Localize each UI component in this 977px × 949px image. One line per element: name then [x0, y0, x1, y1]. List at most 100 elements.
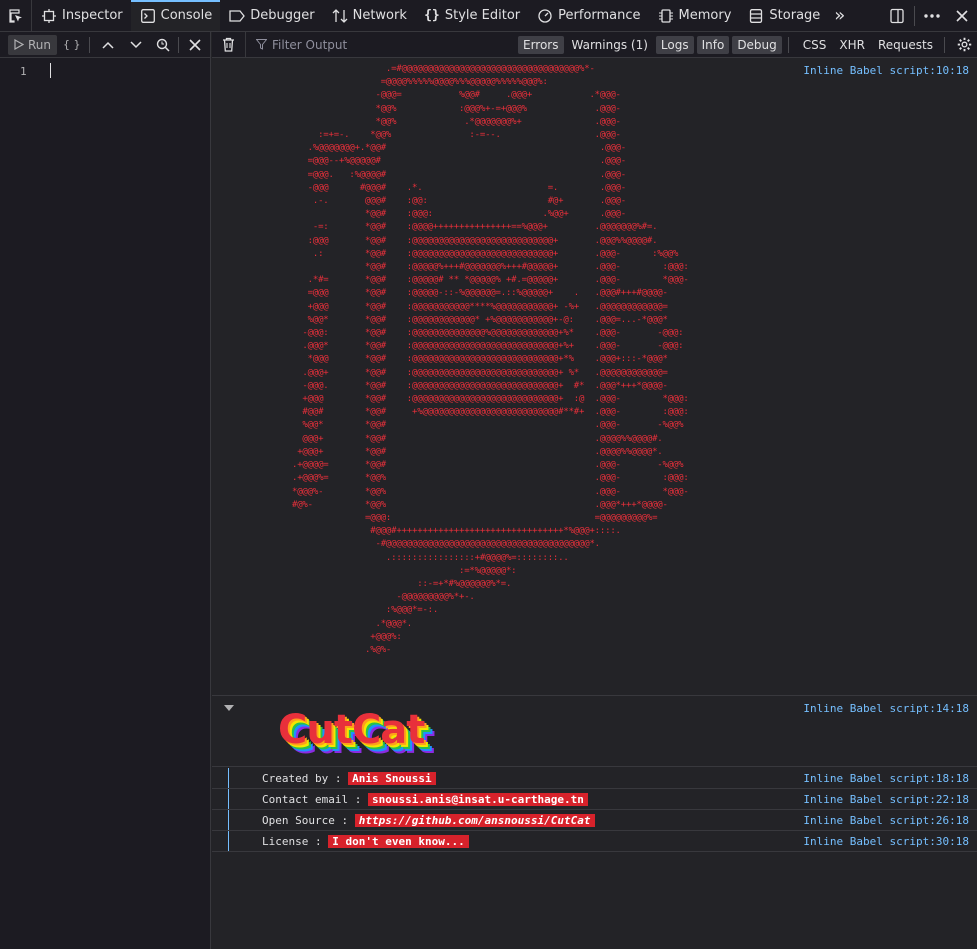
pretty-print-button[interactable]: { }	[63, 35, 81, 55]
chevron-up-icon	[101, 41, 114, 49]
message-text: License : I don't even know...	[262, 835, 469, 848]
close-devtools-button[interactable]	[947, 0, 977, 32]
memory-icon	[658, 8, 674, 24]
tab-storage[interactable]: Storage	[739, 0, 828, 31]
close-icon	[188, 38, 201, 51]
filter-warnings-button[interactable]: Warnings (1)	[567, 36, 653, 54]
filter-debug-button[interactable]: Debug	[732, 35, 782, 54]
filter-logs-button[interactable]: Logs	[655, 35, 694, 54]
history-previous-button[interactable]	[101, 35, 114, 55]
filter-icon	[256, 39, 267, 50]
filter-css-button[interactable]: CSS	[798, 36, 832, 54]
console-message: Contact email : snoussi.anis@insat.u-car…	[212, 789, 977, 810]
multiline-editor[interactable]: Run { } 1	[0, 32, 211, 949]
tab-label: Debugger	[250, 8, 315, 23]
tab-label: Console	[160, 8, 213, 23]
console-message: Created by : Anis Snoussi Inline Babel s…	[212, 768, 977, 789]
filter-output-input[interactable]: Filter Output	[246, 38, 515, 52]
console-output-pane: Filter Output Errors Warnings (1) Logs I…	[212, 31, 977, 949]
tab-console[interactable]: Console	[130, 0, 221, 31]
tab-label: Performance	[558, 8, 641, 23]
tab-label: Inspector	[62, 8, 123, 23]
options-menu-button[interactable]	[917, 0, 947, 32]
filter-placeholder: Filter Output	[272, 37, 348, 52]
dock-side-icon	[890, 8, 904, 23]
style-editor-icon: {}	[424, 8, 440, 23]
editor-divider	[88, 36, 90, 53]
editor-toolbar: Run { }	[0, 32, 210, 58]
debugger-icon	[229, 8, 246, 24]
ascii-art-text: .=#@@@@@@@@@@@@@@@@@@@@@@@@@@@@@@@@@@%*-…	[292, 64, 689, 655]
tab-memory[interactable]: Memory	[649, 0, 740, 31]
message-badge: Anis Snoussi	[348, 772, 436, 785]
network-icon	[332, 8, 348, 24]
tab-label: Memory	[678, 8, 732, 23]
filter-divider	[787, 36, 789, 53]
message-label: Created by :	[262, 772, 349, 785]
text-cursor	[50, 63, 51, 78]
tab-label: Style Editor	[444, 8, 521, 23]
tab-style-editor[interactable]: {} Style Editor	[415, 0, 528, 31]
filter-divider	[944, 36, 945, 53]
performance-icon	[537, 8, 553, 24]
message-label: Contact email :	[262, 793, 368, 806]
message-badge: I don't even know...	[328, 835, 469, 848]
close-editor-button[interactable]	[188, 35, 201, 55]
message-text: Contact email : snoussi.anis@insat.u-car…	[262, 793, 588, 806]
console-message: License : I don't even know... Inline Ba…	[212, 831, 977, 852]
gear-icon	[957, 37, 971, 52]
cutcat-logo: CutCat	[278, 707, 425, 753]
more-horizontal-icon	[924, 13, 940, 18]
editor-divider	[177, 36, 179, 53]
more-tools-button[interactable]: »	[828, 0, 851, 31]
message-source-link[interactable]: Inline Babel script:26:18	[803, 814, 969, 827]
filter-xhr-button[interactable]: XHR	[834, 36, 870, 54]
chevron-down-icon	[129, 40, 142, 48]
reverse-search-button[interactable]	[156, 35, 170, 55]
console-settings-button[interactable]	[951, 37, 977, 52]
devtools-toolbar: Inspector Console Debugger Network {} St…	[0, 0, 977, 32]
inspector-icon	[41, 8, 57, 24]
trash-icon	[223, 37, 234, 52]
filter-errors-button[interactable]: Errors	[517, 35, 564, 54]
tab-network[interactable]: Network	[323, 0, 415, 31]
message-label: License :	[262, 835, 329, 848]
element-picker-icon	[8, 8, 22, 23]
console-filter-bar: Filter Output Errors Warnings (1) Logs I…	[212, 31, 977, 58]
element-picker-button[interactable]	[0, 0, 32, 31]
history-next-button[interactable]	[129, 35, 142, 55]
tab-label: Storage	[769, 8, 821, 23]
message-source-link[interactable]: Inline Babel script:18:18	[803, 772, 969, 785]
message-source-link[interactable]: Inline Babel script:22:18	[803, 793, 969, 806]
console-icon	[140, 8, 156, 24]
dock-toggle-button[interactable]	[882, 0, 912, 32]
message-text: Created by : Anis Snoussi	[262, 772, 436, 785]
close-icon	[956, 9, 968, 22]
line-number: 1	[20, 65, 27, 78]
search-history-icon	[156, 38, 170, 52]
filter-requests-button[interactable]: Requests	[873, 36, 938, 54]
message-badge-link[interactable]: https://github.com/ansnoussi/CutCat	[354, 814, 595, 827]
message-source-link[interactable]: Inline Babel script:10:18	[803, 64, 969, 77]
console-message: Open Source : https://github.com/ansnous…	[212, 810, 977, 831]
tab-label: Network	[352, 8, 407, 23]
message-label: Open Source :	[262, 814, 355, 827]
console-group-header[interactable]: CutCat Inline Babel script:14:18	[212, 697, 977, 767]
run-label: Run	[28, 37, 52, 52]
tab-debugger[interactable]: Debugger	[220, 0, 322, 31]
storage-icon	[748, 8, 764, 24]
toolbar-divider	[914, 5, 915, 26]
expand-arrow-icon[interactable]	[224, 705, 234, 711]
tab-inspector[interactable]: Inspector	[32, 0, 131, 31]
message-source-link[interactable]: Inline Babel script:30:18	[803, 835, 969, 848]
play-icon	[14, 39, 24, 50]
console-message-ascii-art: .=#@@@@@@@@@@@@@@@@@@@@@@@@@@@@@@@@@@%*-…	[212, 59, 977, 696]
message-badge: snoussi.anis@insat.u-carthage.tn	[367, 793, 588, 806]
filter-info-button[interactable]: Info	[696, 35, 730, 54]
tab-performance[interactable]: Performance	[528, 0, 648, 31]
message-text: Open Source : https://github.com/ansnous…	[262, 814, 595, 827]
run-button[interactable]: Run	[8, 34, 58, 55]
chevron-double-right-icon: »	[834, 5, 846, 26]
clear-console-button[interactable]	[212, 31, 246, 58]
message-source-link[interactable]: Inline Babel script:14:18	[803, 702, 969, 715]
